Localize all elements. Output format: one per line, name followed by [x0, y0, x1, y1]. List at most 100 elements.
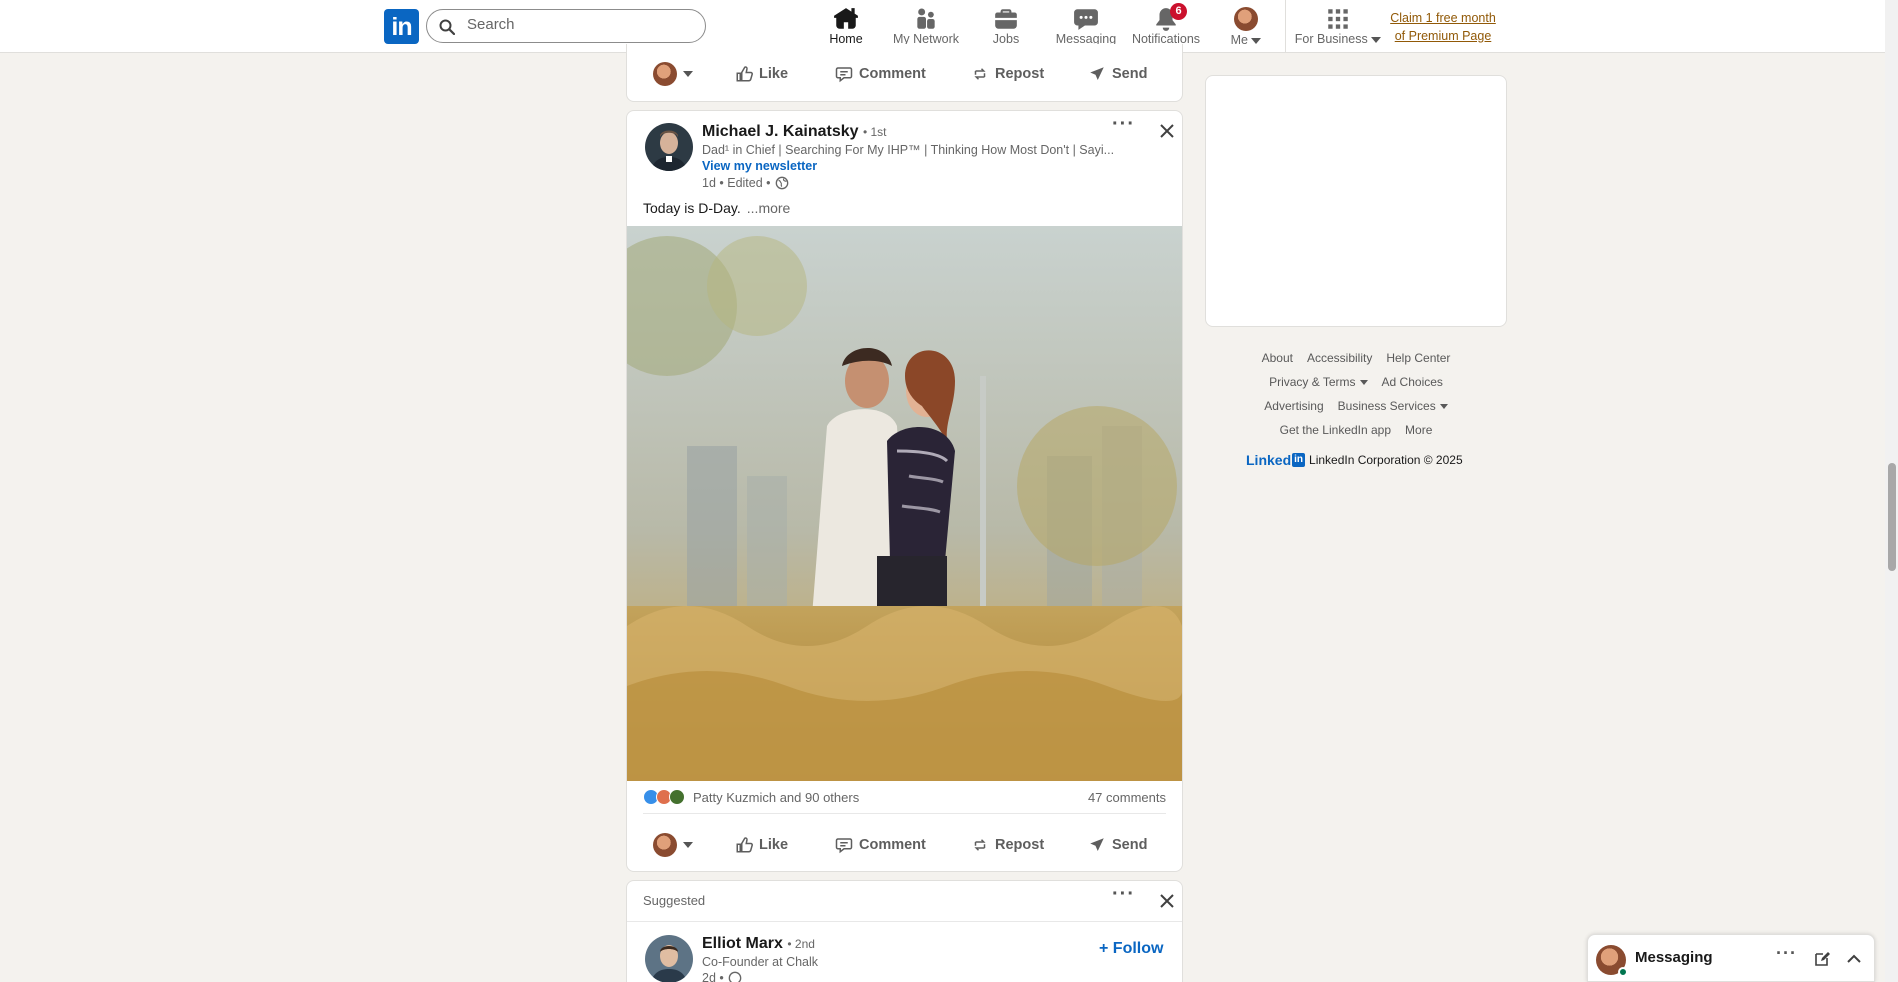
chevron-down-icon [1439, 404, 1448, 410]
suggested-label: Suggested [643, 893, 706, 908]
footer-get-app-link[interactable]: Get the LinkedIn app [1280, 423, 1391, 437]
chevron-down-icon [1371, 36, 1382, 43]
feed-post-card: Michael J. Kainatsky • 1st Dad¹ in Chief… [626, 110, 1183, 872]
nav-for-business[interactable]: For Business [1292, 0, 1384, 52]
more-options-icon[interactable]: ··· [1776, 943, 1797, 964]
reactions-summary[interactable]: Patty Kuzmich and 90 others [643, 789, 859, 805]
like-label: Like [759, 837, 789, 853]
connection-degree: • 2nd [787, 937, 815, 951]
post-photo [627, 226, 1182, 781]
post-author: Michael J. Kainatsky • 1st Dad¹ in Chief… [702, 123, 1114, 190]
suggested-author: Elliot Marx • 2nd Co-Founder at Chalk 2d… [702, 935, 818, 982]
chevron-down-icon [1359, 380, 1368, 386]
send-icon [1090, 838, 1104, 851]
footer-privacy-label: Privacy & Terms [1269, 375, 1356, 389]
footer-copyright: Linked in LinkedIn Corporation © 2025 [1246, 452, 1463, 468]
nav-for-business-label-wrap: For Business [1292, 32, 1384, 46]
copyright-text: LinkedIn Corporation © 2025 [1309, 453, 1463, 467]
view-newsletter-link[interactable]: View my newsletter [702, 159, 1114, 173]
send-button[interactable]: Send [1088, 836, 1147, 854]
scrollbar-thumb[interactable] [1888, 463, 1896, 571]
post-body: Today is D-Day. [643, 200, 741, 216]
search-bar[interactable] [426, 9, 706, 43]
comments-count[interactable]: 47 comments [1088, 790, 1166, 805]
avatar [653, 833, 677, 857]
post-image[interactable] [627, 226, 1182, 781]
reaction-identity-dropdown[interactable] [653, 62, 693, 86]
messaging-title: Messaging [1635, 949, 1713, 966]
messaging-overlay[interactable]: Messaging ··· [1587, 934, 1875, 982]
follow-button[interactable]: + Follow [1099, 940, 1163, 958]
nav-for-business-label: For Business [1294, 32, 1368, 46]
home-icon [834, 8, 858, 29]
search-input[interactable] [467, 16, 687, 33]
previous-post-card: Like Comment Repost Send [626, 44, 1183, 102]
close-icon[interactable] [1157, 121, 1177, 141]
compose-icon[interactable] [1814, 951, 1830, 967]
repost-label: Repost [995, 837, 1045, 853]
footer-links: About Accessibility Help Center Privacy … [1205, 346, 1507, 442]
premium-offer-line1: Claim 1 free month [1390, 11, 1496, 25]
see-more-link[interactable]: ...more [747, 200, 791, 216]
repost-button[interactable]: Repost [971, 65, 1044, 83]
repost-button[interactable]: Repost [971, 836, 1044, 854]
suggested-author-name[interactable]: Elliot Marx [702, 935, 783, 952]
globe-icon [775, 176, 788, 190]
like-button[interactable]: Like [735, 836, 788, 854]
search-icon [439, 19, 455, 35]
footer-ad-choices-link[interactable]: Ad Choices [1382, 375, 1443, 389]
send-label: Send [1112, 66, 1148, 82]
repost-label: Repost [995, 66, 1045, 82]
like-button[interactable]: Like [735, 65, 788, 83]
nav-divider [1285, 0, 1286, 52]
send-icon [1090, 67, 1104, 80]
online-status-indicator [1618, 967, 1628, 977]
connection-degree: • 1st [862, 125, 887, 139]
nav-me-label-wrap: Me [1206, 33, 1286, 47]
chat-bubble-icon [1074, 9, 1098, 30]
footer-accessibility-link[interactable]: Accessibility [1307, 351, 1372, 365]
footer-about-link[interactable]: About [1262, 351, 1293, 365]
reactions-text: Patty Kuzmich and 90 others [693, 789, 860, 805]
apps-grid-icon [1328, 9, 1348, 29]
comment-button[interactable]: Comment [835, 836, 926, 854]
chevron-down-icon [683, 842, 693, 848]
linkedin-wordmark: Linked in [1246, 452, 1306, 468]
footer-help-center-link[interactable]: Help Center [1386, 351, 1450, 365]
more-options-icon[interactable]: ··· [1112, 883, 1135, 906]
author-avatar[interactable] [645, 123, 693, 171]
comment-label: Comment [859, 66, 926, 82]
post-meta: 1d • Edited • [702, 176, 1114, 190]
author-photo [645, 123, 693, 171]
footer-row: Privacy & Terms Ad Choices [1205, 370, 1507, 394]
footer-row: Advertising Business Services [1205, 394, 1507, 418]
reaction-identity-dropdown[interactable] [653, 833, 693, 857]
author-name[interactable]: Michael J. Kainatsky [702, 123, 859, 140]
linkedin-wordmark-text: Linked [1246, 452, 1292, 468]
footer-more-link[interactable]: More [1405, 423, 1432, 437]
repost-icon [974, 68, 986, 80]
suggested-author-headline: Co-Founder at Chalk [702, 955, 819, 969]
footer-advertising-link[interactable]: Advertising [1264, 399, 1323, 413]
previous-post-action-bar: Like Comment Repost Send [627, 52, 1182, 96]
footer-privacy-terms-dropdown[interactable]: Privacy & Terms [1269, 375, 1368, 389]
premium-offer-link[interactable]: Claim 1 free month of Premium Page [1388, 9, 1498, 45]
suggested-post-card: Suggested ··· Elliot Marx • 2nd Co-Found… [626, 880, 1183, 982]
more-options-icon[interactable]: ··· [1112, 113, 1135, 136]
linkedin-logo[interactable]: in [384, 9, 419, 44]
thumbs-up-icon [736, 837, 753, 853]
ad-placeholder [1205, 75, 1507, 327]
send-button[interactable]: Send [1088, 65, 1147, 83]
chevron-up-icon[interactable] [1846, 952, 1862, 964]
comment-icon [835, 67, 853, 83]
suggested-author-avatar[interactable] [645, 935, 693, 982]
nav-me[interactable]: Me [1206, 0, 1286, 52]
post-text: Today is D-Day. ...more [643, 200, 790, 216]
repost-icon [974, 839, 986, 851]
post-action-bar: Like Comment Repost Send [627, 823, 1182, 867]
divider [627, 921, 1182, 922]
footer-business-services-dropdown[interactable]: Business Services [1338, 399, 1448, 413]
close-icon[interactable] [1157, 891, 1177, 911]
comment-button[interactable]: Comment [835, 65, 926, 83]
send-label: Send [1112, 837, 1148, 853]
